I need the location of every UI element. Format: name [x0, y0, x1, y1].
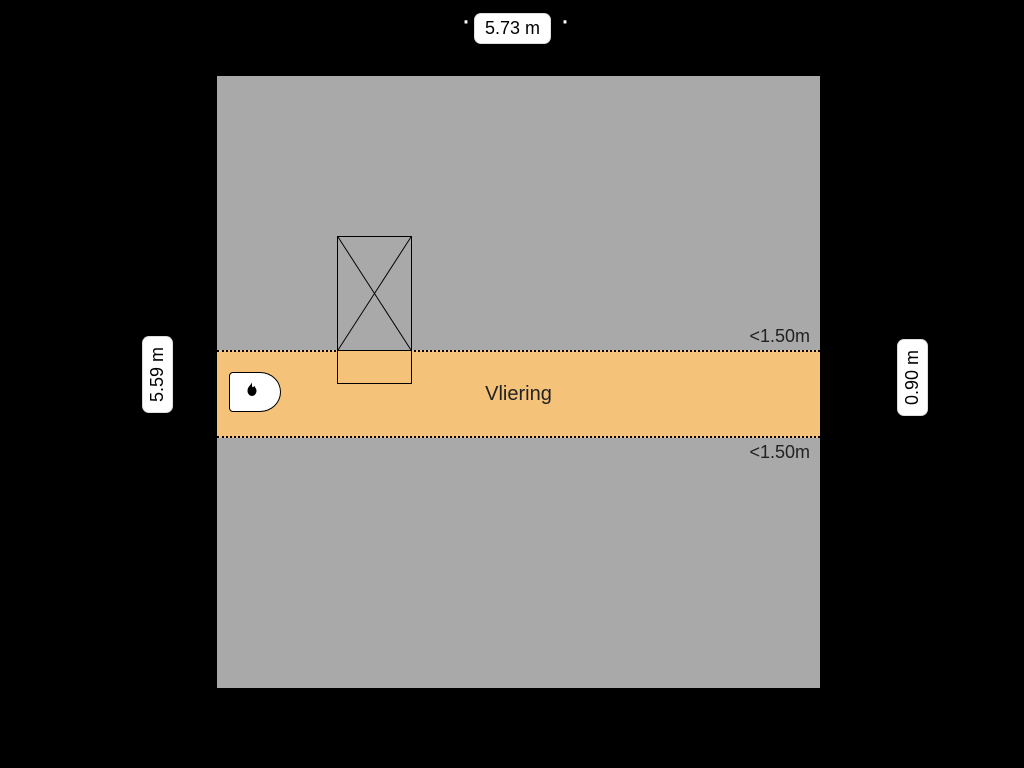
boiler-unit: [229, 372, 281, 412]
stair-cross-icon: [338, 237, 411, 350]
dimension-strip-height-label: 0.90 m: [898, 340, 927, 415]
ceiling-height-note-bottom: <1.50m: [749, 442, 810, 463]
dimension-height-label: 5.59 m: [143, 337, 172, 412]
flame-icon: [243, 381, 261, 404]
stair-hatch: [337, 236, 412, 351]
room-label: Vliering: [485, 383, 552, 406]
floorplan-outline: Vliering <1.50m <1.50m: [215, 74, 822, 690]
dim-tick: ·: [461, 6, 471, 36]
dim-tick: ·: [560, 6, 570, 36]
ceiling-height-note-top: <1.50m: [749, 326, 810, 347]
usable-floor-strip: Vliering: [217, 350, 820, 438]
dimension-width-label: 5.73 m: [475, 14, 550, 43]
